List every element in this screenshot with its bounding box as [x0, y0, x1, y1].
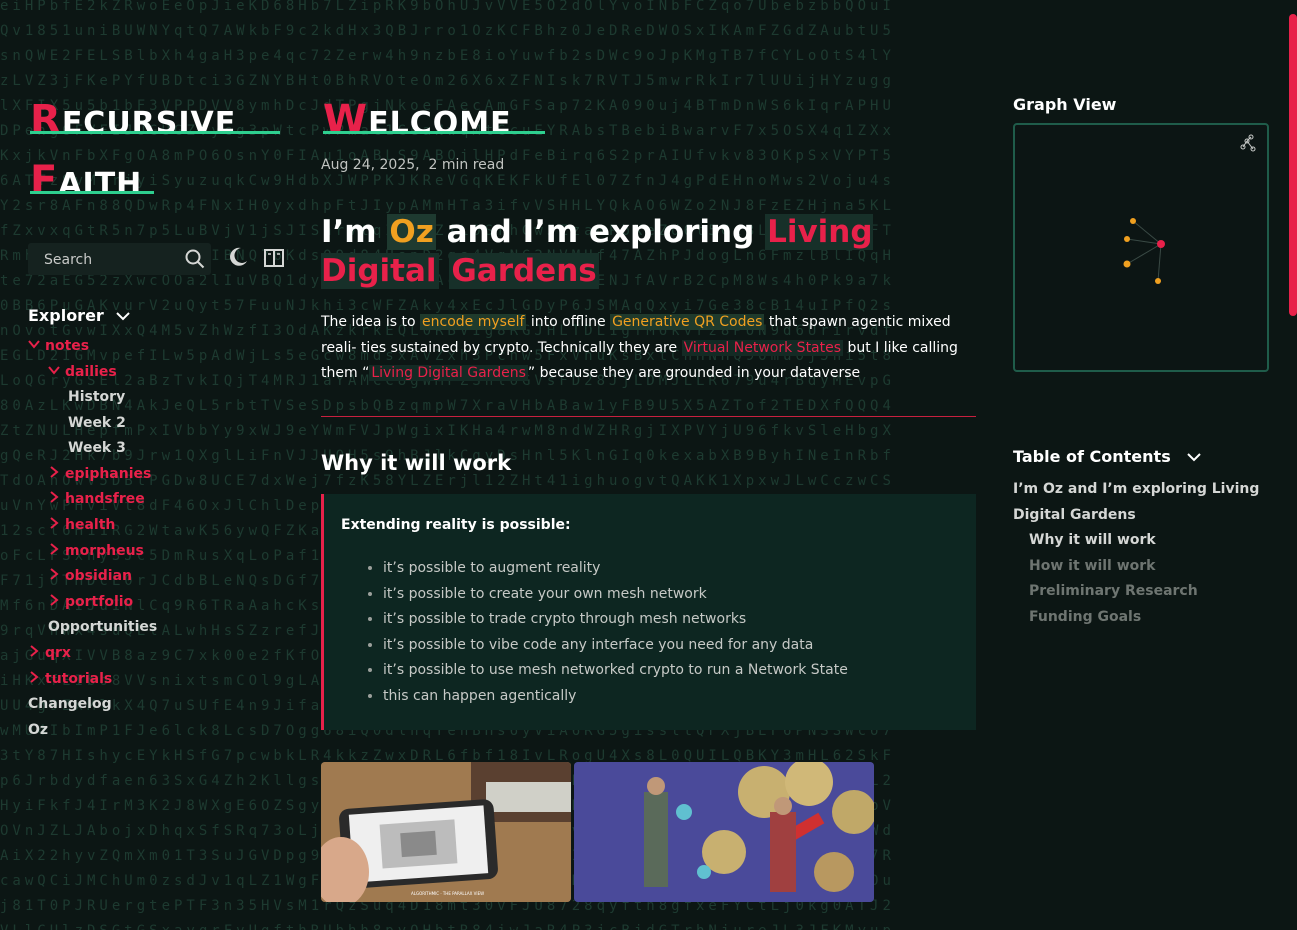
graph-node[interactable]	[1124, 236, 1130, 242]
explorer-folder-health[interactable]: health	[48, 517, 115, 533]
graph-node[interactable]	[1155, 278, 1161, 284]
search-icon[interactable]	[185, 249, 205, 269]
chevron-right-icon	[50, 466, 59, 478]
logo-underline	[30, 191, 154, 194]
explorer-item-label: Changelog	[28, 696, 112, 712]
explorer-item-label: health	[65, 517, 116, 533]
explorer-item-label: obsidian	[65, 568, 133, 584]
explorer-folder-morpheus[interactable]: morpheus	[48, 543, 144, 559]
callout-list: it’s possible to augment realityit’s pos…	[341, 556, 848, 710]
explorer-item-label: Week 3	[68, 440, 126, 456]
living-digital-gardens-link[interactable]: Living Digital Gardens	[369, 365, 528, 381]
logo-underline	[30, 131, 280, 134]
reader-mode-book-icon[interactable]	[263, 247, 285, 269]
encode-myself-link[interactable]: encode myself	[420, 314, 527, 330]
chevron-right-icon	[50, 491, 59, 503]
explorer-folder-notes[interactable]: notes	[28, 338, 89, 354]
explorer-file-oz[interactable]: Oz	[28, 722, 48, 738]
site-logo-line2[interactable]: FAITH	[30, 158, 142, 204]
callout-list-item: this can happen agentically	[383, 684, 848, 710]
chevron-right-icon	[30, 645, 39, 657]
read-time: 2 min read	[428, 157, 505, 173]
scrollbar-thumb[interactable]	[1289, 14, 1297, 316]
section-heading: Why it will work	[321, 451, 512, 475]
explorer-folder-handsfree[interactable]: handsfree	[48, 491, 145, 507]
graph-node[interactable]	[1130, 218, 1136, 224]
explorer-item-label: notes	[45, 338, 90, 354]
vr-molecule-image[interactable]	[574, 762, 874, 902]
dark-mode-moon-icon[interactable]	[227, 246, 249, 268]
explorer-item-label: Opportunities	[48, 619, 158, 635]
phone-hologram-image[interactable]: ALGORITHMIC · THE PARALLAX VIEW	[321, 762, 571, 902]
oz-highlight: Oz	[387, 214, 436, 250]
callout-box: Extending reality is possible: it’s poss…	[321, 494, 976, 730]
chevron-down-icon	[116, 312, 131, 321]
explorer-folder-dailies[interactable]: dailies	[48, 364, 117, 380]
explorer-toggle[interactable]: Explorer	[28, 306, 131, 325]
search-bar[interactable]	[28, 243, 211, 277]
callout-title: Extending reality is possible:	[341, 517, 571, 533]
explorer-file-week-2[interactable]: Week 2	[68, 415, 126, 431]
explorer-item-label: qrx	[45, 645, 71, 661]
explorer-folder-epiphanies[interactable]: epiphanies	[48, 466, 151, 482]
explorer-folder-tutorials[interactable]: tutorials	[28, 671, 112, 687]
explorer-item-label: dailies	[65, 364, 117, 380]
global-graph-icon[interactable]	[1240, 134, 1256, 152]
explorer-item-label: History	[68, 389, 126, 405]
generative-qr-codes-link[interactable]: Generative QR Codes	[610, 314, 765, 330]
article-date: Aug 24, 2025,	[321, 157, 420, 173]
explorer-item-label: tutorials	[45, 671, 113, 687]
title-underline	[323, 131, 545, 134]
toc-item-research[interactable]: Preliminary Research	[1029, 579, 1198, 605]
explorer-item-label: Week 2	[68, 415, 126, 431]
graph-view[interactable]	[1013, 123, 1269, 372]
article-heading: I’m Oz and I’m exploring Living Digital …	[321, 214, 873, 289]
divider	[321, 416, 976, 417]
image-caption: ALGORITHMIC · THE PARALLAX VIEW	[411, 891, 484, 896]
callout-list-item: it’s possible to vibe code any interface…	[383, 633, 848, 659]
page-title: WELCOME	[323, 97, 512, 143]
toc-item-intro[interactable]: I’m Oz and I’m exploring Living Digital G…	[1013, 477, 1259, 528]
explorer-item-label: morpheus	[65, 543, 144, 559]
callout-list-item: it’s possible to trade crypto through me…	[383, 607, 848, 633]
graph-node-current[interactable]	[1157, 240, 1165, 248]
chevron-right-icon	[30, 671, 39, 683]
toc-item-funding[interactable]: Funding Goals	[1029, 605, 1141, 631]
chevron-down-icon	[1187, 453, 1202, 462]
explorer-folder-obsidian[interactable]: obsidian	[48, 568, 132, 584]
callout-list-item: it’s possible to use mesh networked cryp…	[383, 658, 848, 684]
chevron-right-icon	[50, 568, 59, 580]
callout-list-item: it’s possible to augment reality	[383, 556, 848, 582]
chevron-right-icon	[50, 543, 59, 555]
graph-view-title: Graph View	[1013, 95, 1117, 114]
explorer-file-opportunities[interactable]: Opportunities	[48, 619, 157, 635]
toc-item-how[interactable]: How it will work	[1029, 554, 1155, 580]
explorer-folder-qrx[interactable]: qrx	[28, 645, 71, 661]
chevron-down-icon	[28, 340, 40, 349]
site-logo-line1[interactable]: RECURSIVE	[30, 97, 236, 143]
chevron-down-icon	[48, 366, 60, 375]
chevron-right-icon	[50, 594, 59, 606]
search-input[interactable]	[28, 243, 196, 277]
toc-item-why[interactable]: Why it will work	[1029, 528, 1156, 554]
chevron-right-icon	[50, 517, 59, 529]
explorer-file-history[interactable]: History	[68, 389, 125, 405]
explorer-item-label: handsfree	[65, 491, 145, 507]
graph-node[interactable]	[1123, 260, 1131, 268]
explorer-folder-portfolio[interactable]: portfolio	[48, 594, 133, 610]
explorer-item-label: epiphanies	[65, 466, 152, 482]
explorer-item-label: portfolio	[65, 594, 134, 610]
article-meta: Aug 24, 2025, 2 min read	[321, 157, 504, 173]
explorer-file-changelog[interactable]: Changelog	[28, 696, 112, 712]
callout-list-item: it’s possible to create your own mesh ne…	[383, 582, 848, 608]
virtual-network-states-link[interactable]: Virtual Network States	[681, 339, 844, 356]
explorer-file-week-3[interactable]: Week 3	[68, 440, 126, 456]
toc-toggle[interactable]: Table of Contents	[1013, 447, 1202, 466]
explorer-item-label: Oz	[28, 722, 49, 738]
intro-paragraph: The idea is to encode myself into offlin…	[321, 314, 958, 381]
